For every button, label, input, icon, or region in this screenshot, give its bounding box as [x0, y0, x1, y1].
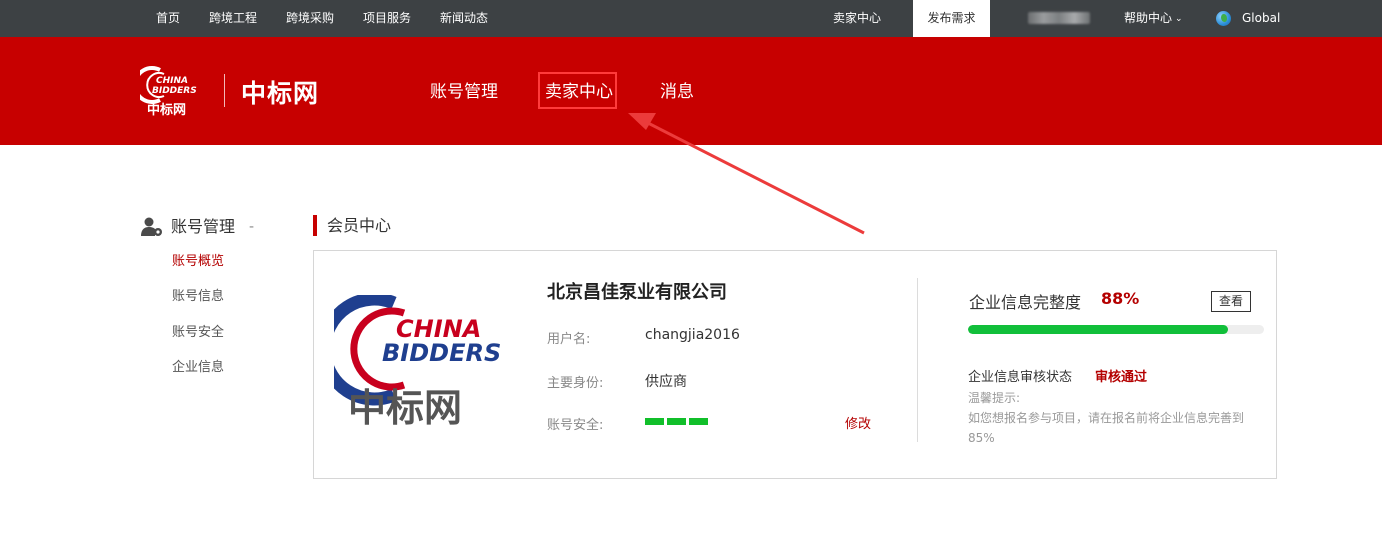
chevron-down-icon: ⌄ — [1175, 14, 1183, 24]
logo-cn-text: 中标网 — [147, 102, 186, 116]
top-seller-center-link[interactable]: 卖家中心 — [833, 0, 881, 37]
section-title: 会员中心 — [327, 216, 392, 235]
section-title-marker — [313, 215, 317, 236]
sidebar-item-account-security[interactable]: 账号安全 — [172, 321, 224, 340]
company-logo-image: CHINA BIDDERS 中标网 — [334, 295, 501, 427]
view-button[interactable]: 查看 — [1211, 291, 1251, 312]
company-logo-bidders-text: BIDDERS — [382, 339, 501, 367]
logo-china-text: CHINA — [156, 76, 188, 86]
security-level-meter — [645, 418, 708, 425]
top-nav-news[interactable]: 新闻动态 — [440, 0, 488, 37]
completeness-progress-bar — [968, 325, 1264, 334]
completeness-label: 企业信息完整度 — [969, 293, 1082, 312]
company-logo-cn-text: 中标网 — [348, 386, 462, 427]
globe-icon — [1216, 11, 1231, 26]
sidebar-item-account-info[interactable]: 账号信息 — [172, 285, 224, 304]
card-divider — [917, 278, 918, 442]
username-label: 用户名: — [547, 332, 591, 347]
logo-bidders-text: BIDDERS — [152, 86, 197, 96]
help-center-label: 帮助中心 — [1124, 11, 1173, 25]
top-nav-procurement[interactable]: 跨境采购 — [286, 0, 334, 37]
sidebar-item-overview[interactable]: 账号概览 — [172, 250, 224, 269]
top-nav-services[interactable]: 项目服务 — [363, 0, 411, 37]
top-nav-engineering[interactable]: 跨境工程 — [209, 0, 257, 37]
tip-title: 温馨提示: — [968, 391, 1021, 405]
sidebar-title: 账号管理 — [171, 217, 236, 236]
role-label: 主要身份: — [547, 376, 604, 391]
security-level-segment — [645, 418, 664, 425]
security-level-segment — [689, 418, 708, 425]
site-logo[interactable]: CHINA BIDDERS 中标网 — [140, 66, 208, 116]
completeness-percent: 88% — [1101, 289, 1140, 308]
audit-status-label: 企业信息审核状态 — [968, 370, 1073, 385]
nav-messages[interactable]: 消息 — [660, 77, 694, 102]
site-name: 中标网 — [241, 79, 320, 108]
publish-demand-button[interactable]: 发布需求 — [913, 0, 990, 37]
username-value: changjia2016 — [645, 327, 740, 343]
seller-center-highlight-box — [538, 72, 617, 109]
security-label: 账号安全: — [547, 418, 604, 433]
region-selector[interactable]: Global — [1242, 0, 1280, 37]
user-name-blurred[interactable] — [1028, 12, 1090, 24]
sidebar-collapse-toggle[interactable]: - — [249, 216, 254, 238]
role-value: 供应商 — [645, 374, 687, 390]
modify-security-link[interactable]: 修改 — [845, 413, 871, 432]
completeness-progress-fill — [968, 325, 1229, 334]
nav-account-management[interactable]: 账号管理 — [430, 77, 498, 102]
tip-text: 如您想报名参与项目，请在报名前将企业信息完善到85% — [968, 411, 1245, 445]
sidebar-item-company-info[interactable]: 企业信息 — [172, 356, 224, 375]
user-settings-icon — [141, 217, 162, 236]
help-center-menu[interactable]: 帮助中心 ⌄ — [1124, 0, 1183, 39]
logo-divider — [224, 74, 225, 107]
security-level-segment — [667, 418, 686, 425]
company-name: 北京昌佳泵业有限公司 — [547, 282, 727, 303]
member-overview-card: CHINA BIDDERS 中标网 北京昌佳泵业有限公司 用户名: changj… — [313, 250, 1277, 479]
audit-status-value: 审核通过 — [1095, 370, 1148, 385]
top-nav-home[interactable]: 首页 — [156, 0, 180, 37]
